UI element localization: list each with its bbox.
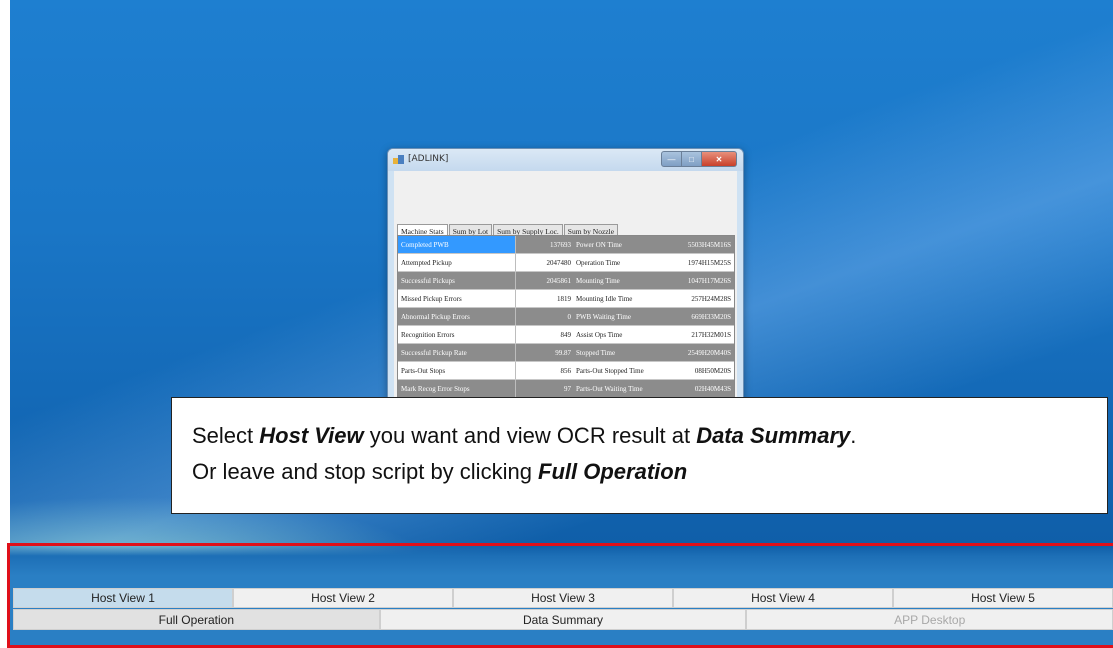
stat-label-cell: Successful Pickup Rate [398,344,516,361]
stat-value-cell: 2047480 [546,258,572,267]
close-button[interactable]: ✕ [702,151,737,167]
time-label-cell: Parts-Out Stopped Time [576,366,644,375]
control-bar-highlight: Host View 1 Host View 2 Host View 3 Host… [7,543,1113,648]
callout-emphasis-full-operation: Full Operation [538,459,688,484]
time-label-cell: PWB Waiting Time [576,312,631,321]
stat-value-cell: 849 [560,330,572,339]
time-label-cell: Mounting Idle Time [576,294,633,303]
table-row[interactable]: Completed PWB 137693 Power ON Time 5503H45M… [398,236,734,254]
time-value-cell: 1047H17M26S [687,276,731,285]
stat-label-cell: Mark Recog Error Stops [398,380,516,397]
time-value-cell: 669H33M20S [691,312,731,321]
minimize-button[interactable]: — [661,151,682,167]
window-title: [ADLINK] [408,154,449,164]
time-value-cell: 217H32M01S [691,330,731,339]
callout-text: Or leave and stop script by clicking [192,459,539,484]
callout-emphasis-data-summary: Data Summary [696,423,851,448]
title-bar[interactable]: [ADLINK] — □ ✕ [388,149,743,171]
app-window[interactable]: [ADLINK] — □ ✕ Machine Stats Sum by Lot … [387,148,744,405]
stat-label-cell: Parts-Out Stops [398,362,516,379]
time-label-cell: Operation Time [576,258,621,267]
stat-value-cell: 137693 [550,240,571,249]
app-desktop-button[interactable]: APP Desktop [746,609,1113,630]
stat-label-cell: Completed PWB [398,236,516,253]
host-view-2-button[interactable]: Host View 2 [233,588,453,608]
time-value-cell: 02H40M43S [694,384,731,393]
table-row[interactable]: Successful Pickup Rate 99.87 Stopped Time 2… [398,344,734,362]
stat-value-cell: 97 [564,384,571,393]
time-value-cell: 1974H15M25S [687,258,731,267]
maximize-button[interactable]: □ [682,151,702,167]
time-value-cell: 2549H20M40S [687,348,731,357]
host-view-1-button[interactable]: Host View 1 [13,588,233,608]
callout-text: . [850,423,857,448]
table-row[interactable]: Recognition Errors 849 Assist Ops Time 217H… [398,326,734,344]
time-label-cell: Mounting Time [576,276,620,285]
time-label-cell: Stopped Time [576,348,616,357]
callout-text: Select [192,423,260,448]
window-client-area: Machine Stats Sum by Lot Sum by Supply L… [394,171,737,404]
stat-value-cell: 99.87 [555,348,571,357]
stat-label-cell: Attempted Pickup [398,254,516,271]
time-value-cell: 257H24M28S [691,294,731,303]
time-label-cell: Assist Ops Time [576,330,623,339]
data-summary-button[interactable]: Data Summary [379,609,747,630]
table-row[interactable]: Mark Recog Error Stops 97 Parts-Out Waitin… [398,380,734,398]
callout-line-2: Or leave and stop script by clicking Ful… [192,454,1107,490]
callout-text: you want and view OCR result at [363,423,697,448]
stat-value-cell: 1819 [557,294,571,303]
time-value-cell: 5503H45M16S [687,240,731,249]
stat-label-cell: Missed Pickup Errors [398,290,516,307]
host-view-4-button[interactable]: Host View 4 [673,588,893,608]
stats-grid[interactable]: Completed PWB 137693 Power ON Time 5503H45M… [397,235,735,404]
stat-label-cell: Successful Pickups [398,272,516,289]
callout-emphasis-host-view: Host View [259,423,364,448]
callout-line-1: Select Host View you want and view OCR r… [192,418,1107,454]
table-row[interactable]: Missed Pickup Errors 1819 Mounting Idle Ti… [398,290,734,308]
time-label-cell: Parts-Out Waiting Time [576,384,643,393]
stat-value-cell: 856 [560,366,572,375]
host-view-row: Host View 1 Host View 2 Host View 3 Host… [13,588,1113,608]
operation-row: Full Operation Data Summary APP Desktop [13,609,1113,630]
window-controls: — □ ✕ [661,151,737,167]
table-row[interactable]: Attempted Pickup 2047480 Operation Time 197… [398,254,734,272]
host-view-5-button[interactable]: Host View 5 [893,588,1113,608]
stat-label-cell: Abnormal Pickup Errors [398,308,516,325]
full-operation-button[interactable]: Full Operation [13,609,380,630]
stat-value-cell: 0 [567,312,572,321]
host-view-3-button[interactable]: Host View 3 [453,588,673,608]
table-row[interactable]: Parts-Out Stops 856 Parts-Out Stopped Time… [398,362,734,380]
table-row[interactable]: Abnormal Pickup Errors 0 PWB Waiting Time 6… [398,308,734,326]
stat-label-cell: Recognition Errors [398,326,516,343]
instruction-callout: Select Host View you want and view OCR r… [171,397,1108,514]
stat-value-cell: 2045861 [546,276,572,285]
time-label-cell: Power ON Time [576,240,622,249]
time-value-cell: 08H50M20S [694,366,731,375]
app-icon [393,155,404,164]
table-row[interactable]: Successful Pickups 2045861 Mounting Time 10… [398,272,734,290]
